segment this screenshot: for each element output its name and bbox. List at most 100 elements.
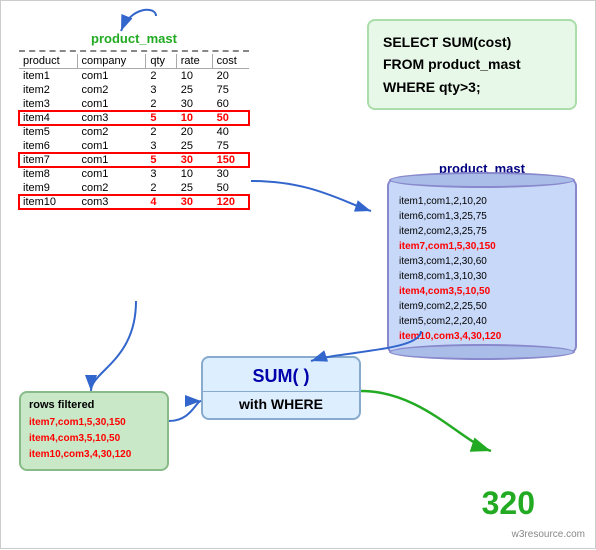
- cell-product: item6: [19, 139, 77, 153]
- filtered-rows: item7,com1,5,30,150item4,com3,5,10,50ite…: [29, 415, 159, 463]
- cylinder-row: item2,com2,3,25,75: [399, 224, 565, 239]
- cell-qty: 4: [146, 195, 176, 209]
- table-row: item8com131030: [19, 167, 249, 181]
- result-value: 320: [482, 485, 535, 522]
- cylinder-row: item4,com3,5,10,50: [399, 284, 565, 299]
- cell-qty: 2: [146, 69, 176, 84]
- col-cost: cost: [212, 54, 249, 69]
- cylinder-body: item1,com1,2,10,20item6,com1,3,25,75item…: [387, 178, 577, 354]
- table-dashed-line: [19, 50, 249, 52]
- cell-company: com1: [77, 139, 146, 153]
- cell-qty: 5: [146, 111, 176, 125]
- cell-qty: 3: [146, 167, 176, 181]
- cell-company: com1: [77, 153, 146, 167]
- cell-rate: 20: [176, 125, 212, 139]
- table-row: item7com1530150: [19, 153, 249, 167]
- col-rate: rate: [176, 54, 212, 69]
- table-title: product_mast: [19, 31, 249, 46]
- sql-line1: SELECT SUM(cost): [383, 34, 511, 50]
- cylinder-container: product_mast item1,com1,2,10,20item6,com…: [387, 161, 577, 354]
- cell-qty: 3: [146, 139, 176, 153]
- cell-company: com2: [77, 83, 146, 97]
- cell-qty: 2: [146, 125, 176, 139]
- cylinder-row: item5,com2,2,20,40: [399, 314, 565, 329]
- table-row: item4com351050: [19, 111, 249, 125]
- table-row: item10com3430120: [19, 195, 249, 209]
- col-qty: qty: [146, 54, 176, 69]
- cell-company: com1: [77, 167, 146, 181]
- cell-product: item5: [19, 125, 77, 139]
- cylinder-row: item9,com2,2,25,50: [399, 299, 565, 314]
- cell-cost: 40: [212, 125, 249, 139]
- filtered-row: item7,com1,5,30,150: [29, 415, 159, 431]
- table-row: item1com121020: [19, 69, 249, 84]
- table-container: product_mast product company qty rate co…: [19, 31, 249, 209]
- cell-company: com1: [77, 69, 146, 84]
- cell-rate: 25: [176, 83, 212, 97]
- cell-cost: 75: [212, 139, 249, 153]
- table-row: item2com232575: [19, 83, 249, 97]
- watermark: w3resource.com: [512, 529, 585, 540]
- cylinder-row: item1,com1,2,10,20: [399, 194, 565, 209]
- cell-company: com3: [77, 111, 146, 125]
- cylinder-row: item3,com1,2,30,60: [399, 254, 565, 269]
- sum-subtitle: with WHERE: [203, 391, 359, 412]
- rows-filtered-title: rows filtered: [29, 399, 159, 411]
- cell-product: item4: [19, 111, 77, 125]
- cell-rate: 30: [176, 153, 212, 167]
- col-company: company: [77, 54, 146, 69]
- cell-rate: 10: [176, 69, 212, 84]
- sql-line3: WHERE qty>3;: [383, 79, 481, 95]
- cell-rate: 25: [176, 181, 212, 195]
- cell-cost: 75: [212, 83, 249, 97]
- cell-product: item8: [19, 167, 77, 181]
- cylinder-row: item8,com1,3,10,30: [399, 269, 565, 284]
- sql-line2: FROM product_mast: [383, 56, 521, 72]
- cell-qty: 5: [146, 153, 176, 167]
- cell-product: item2: [19, 83, 77, 97]
- cell-company: com1: [77, 97, 146, 111]
- cell-company: com2: [77, 125, 146, 139]
- table-body: item1com121020item2com232575item3com1230…: [19, 69, 249, 210]
- table-row: item6com132575: [19, 139, 249, 153]
- cell-rate: 10: [176, 167, 212, 181]
- cell-company: com2: [77, 181, 146, 195]
- cell-cost: 50: [212, 181, 249, 195]
- cell-rate: 30: [176, 97, 212, 111]
- cell-rate: 30: [176, 195, 212, 209]
- table-row: item3com123060: [19, 97, 249, 111]
- cell-qty: 2: [146, 97, 176, 111]
- cell-cost: 30: [212, 167, 249, 181]
- main-container: SELECT SUM(cost) FROM product_mast WHERE…: [0, 0, 596, 549]
- cell-product: item1: [19, 69, 77, 84]
- cell-qty: 3: [146, 83, 176, 97]
- table-row: item9com222550: [19, 181, 249, 195]
- cell-product: item7: [19, 153, 77, 167]
- col-product: product: [19, 54, 77, 69]
- cylinder-row: item10,com3,4,30,120: [399, 329, 565, 344]
- cell-product: item10: [19, 195, 77, 209]
- data-table: product company qty rate cost item1com12…: [19, 54, 249, 209]
- cell-product: item9: [19, 181, 77, 195]
- filtered-row: item10,com3,4,30,120: [29, 447, 159, 463]
- cell-cost: 50: [212, 111, 249, 125]
- cell-rate: 10: [176, 111, 212, 125]
- sql-query-box: SELECT SUM(cost) FROM product_mast WHERE…: [367, 19, 577, 110]
- cell-cost: 150: [212, 153, 249, 167]
- cell-product: item3: [19, 97, 77, 111]
- sum-box: SUM( ) with WHERE: [201, 356, 361, 420]
- filtered-row: item4,com3,5,10,50: [29, 431, 159, 447]
- table-header-row: product company qty rate cost: [19, 54, 249, 69]
- cylinder-rows: item1,com1,2,10,20item6,com1,3,25,75item…: [399, 194, 565, 344]
- table-row: item5com222040: [19, 125, 249, 139]
- cell-company: com3: [77, 195, 146, 209]
- cell-qty: 2: [146, 181, 176, 195]
- cylinder-row: item7,com1,5,30,150: [399, 239, 565, 254]
- rows-filtered-box: rows filtered item7,com1,5,30,150item4,c…: [19, 391, 169, 471]
- cell-cost: 60: [212, 97, 249, 111]
- cell-rate: 25: [176, 139, 212, 153]
- cell-cost: 20: [212, 69, 249, 84]
- cylinder-row: item6,com1,3,25,75: [399, 209, 565, 224]
- cell-cost: 120: [212, 195, 249, 209]
- sum-title: SUM( ): [203, 366, 359, 387]
